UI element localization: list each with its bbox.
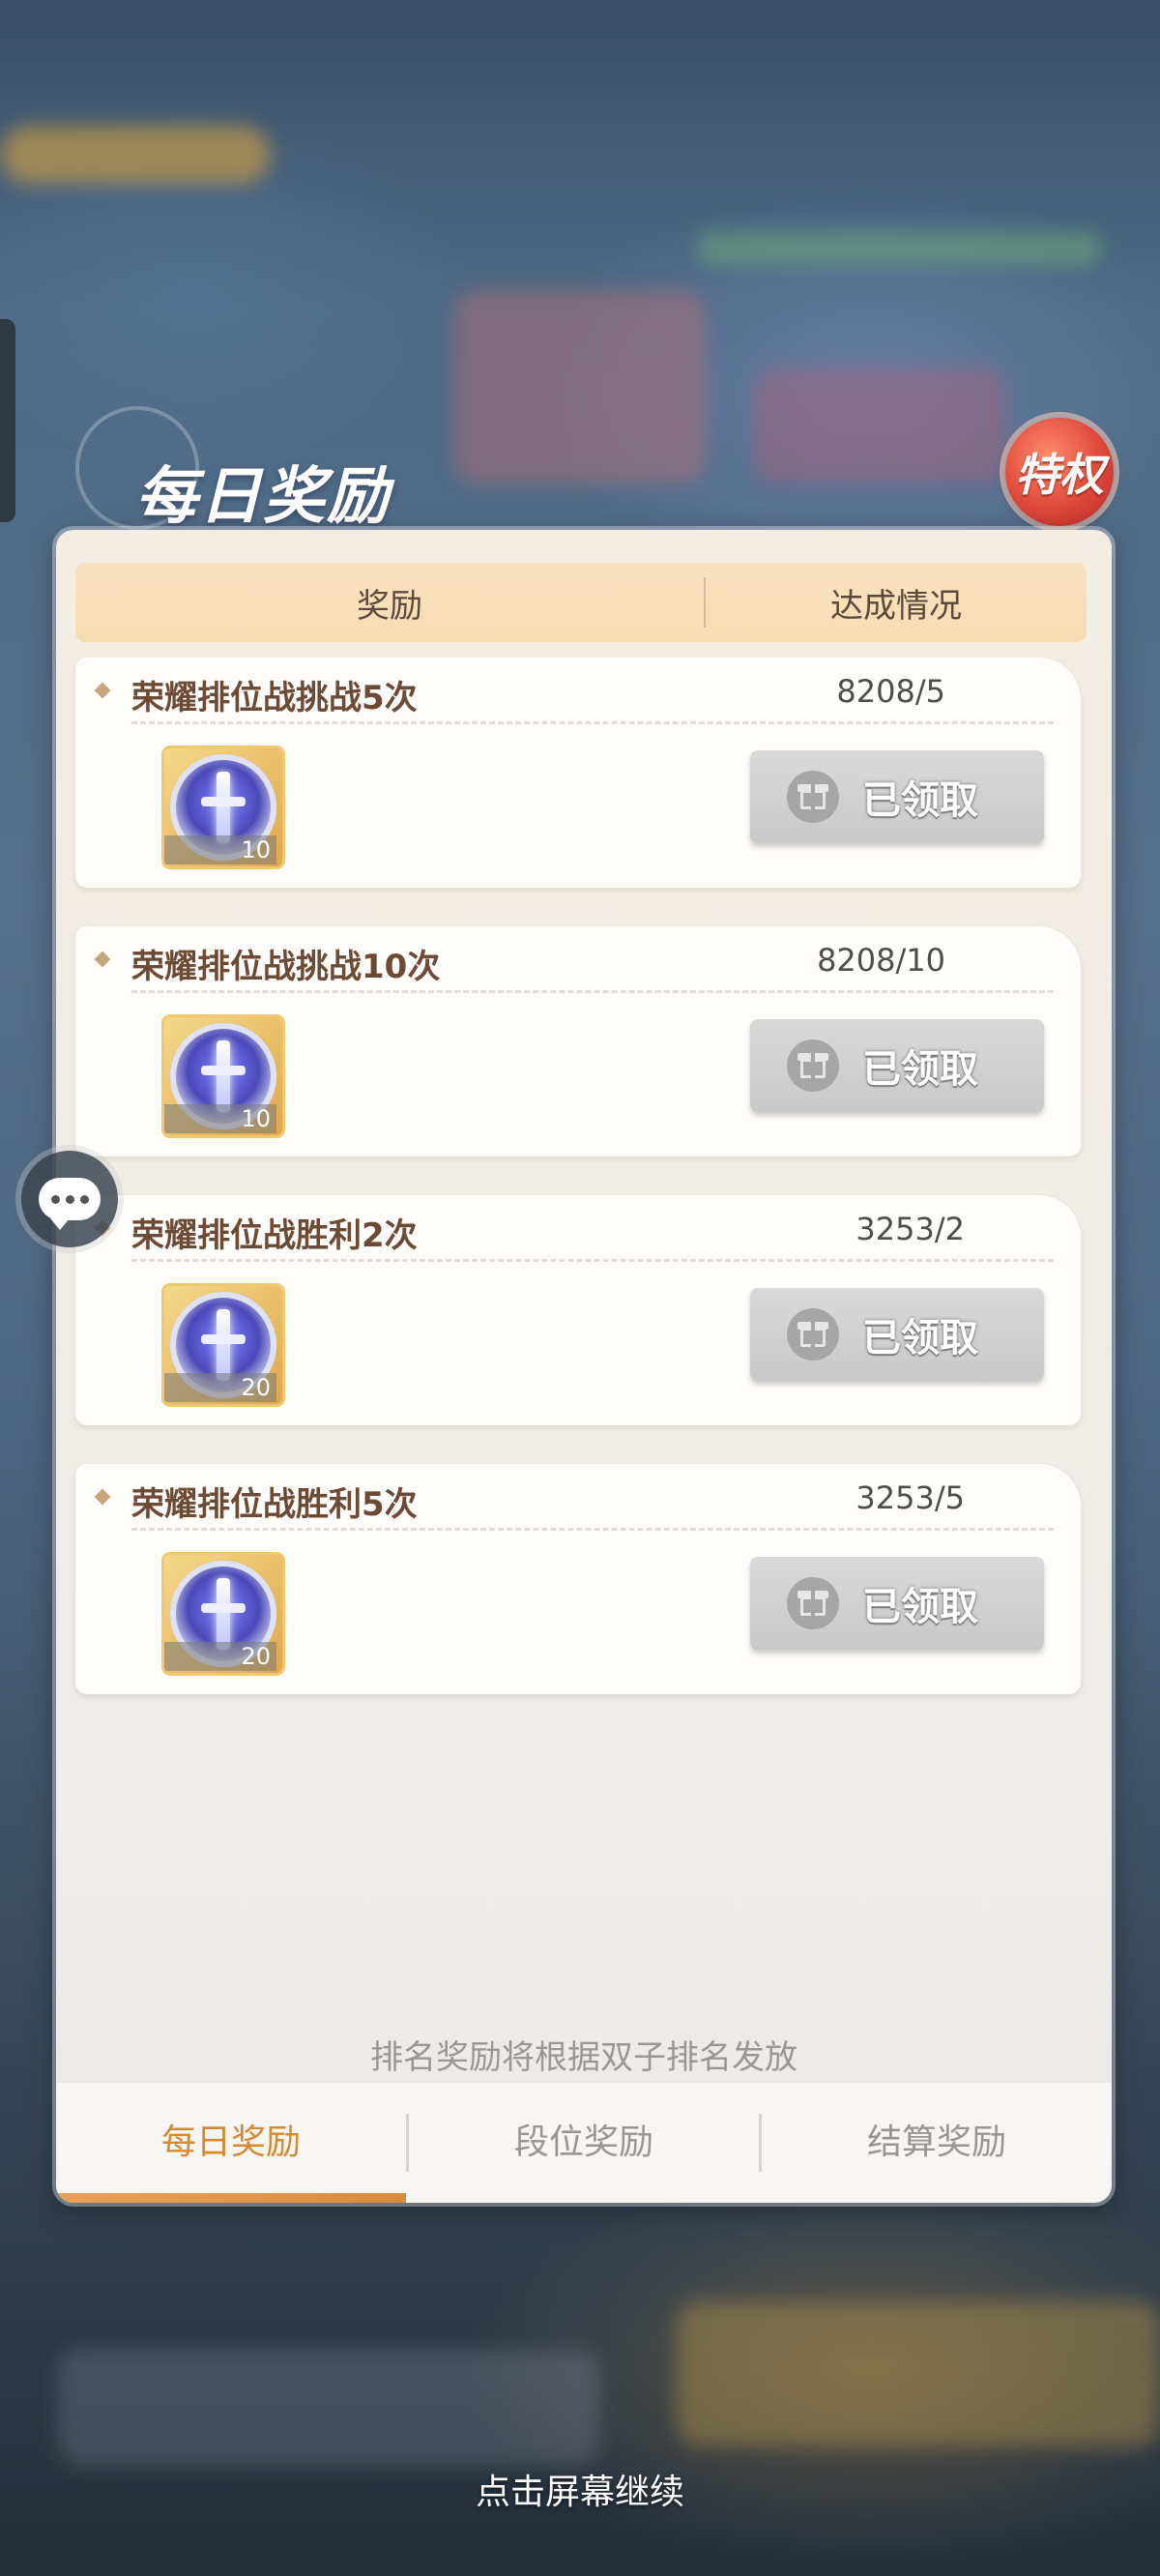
diamond-bullet-icon	[94, 682, 111, 699]
background-bottom-icons	[58, 2350, 599, 2466]
background-building	[754, 367, 1005, 483]
tab-daily-reward[interactable]: 每日奖励	[56, 2083, 406, 2203]
gift-icon	[787, 1577, 839, 1629]
chat-button[interactable]	[21, 1151, 118, 1247]
column-header-reward: 奖励	[357, 586, 422, 626]
side-drawer-handle[interactable]	[0, 319, 15, 522]
column-header-status: 达成情况	[830, 586, 962, 626]
reward-item[interactable]: 20	[164, 1555, 282, 1673]
task-progress: 8208/10	[817, 942, 945, 979]
reward-count: 20	[164, 1373, 276, 1402]
chat-bubble-icon	[39, 1178, 101, 1230]
claimed-label: 已领取	[862, 778, 978, 823]
tab-settlement-reward[interactable]: 结算奖励	[762, 2083, 1112, 2203]
dashed-divider	[131, 1259, 1054, 1262]
reward-item[interactable]: 10	[164, 1017, 282, 1135]
gift-icon	[787, 1039, 839, 1092]
task-name: 荣耀排位战挑战5次	[131, 679, 418, 717]
task-row: 荣耀排位战胜利5次 3253/5 20 已领取	[75, 1464, 1081, 1694]
gift-icon	[787, 771, 839, 823]
task-row: 荣耀排位战胜利2次 3253/2 20 已领取	[75, 1195, 1081, 1425]
reward-count: 10	[164, 835, 276, 864]
background-building	[454, 290, 706, 483]
panel-title: 每日奖励	[135, 460, 391, 533]
task-progress: 8208/5	[836, 673, 945, 710]
reward-item[interactable]: 20	[164, 1286, 282, 1404]
background-gold-bar	[0, 126, 271, 184]
task-row: 荣耀排位战挑战5次 8208/5 10 已领取	[75, 658, 1081, 888]
claimed-label: 已领取	[862, 1585, 978, 1629]
reward-tabs: 每日奖励 段位奖励 结算奖励	[56, 2083, 1112, 2203]
claimed-label: 已领取	[862, 1316, 978, 1361]
task-name: 荣耀排位战胜利2次	[131, 1216, 418, 1255]
task-name: 荣耀排位战胜利5次	[131, 1485, 418, 1524]
ranking-hint: 排名奖励将根据双子排名发放	[370, 2038, 798, 2077]
tap-to-continue[interactable]: 点击屏幕继续	[0, 2464, 1160, 2514]
dashed-divider	[131, 721, 1054, 724]
claimed-button[interactable]: 已领取	[750, 1557, 1044, 1650]
diamond-bullet-icon	[94, 1488, 111, 1506]
gift-icon	[787, 1308, 839, 1361]
task-row: 荣耀排位战挑战10次 8208/10 10 已领取	[75, 926, 1081, 1156]
daily-reward-panel: 奖励 达成情况 荣耀排位战挑战5次 8208/5 10 已领取 荣耀排位战挑战1…	[56, 530, 1112, 2203]
reward-item[interactable]: 10	[164, 748, 282, 866]
background-bottom-button	[677, 2301, 1160, 2446]
task-list: 荣耀排位战挑战5次 8208/5 10 已领取 荣耀排位战挑战10次 8208/…	[75, 658, 1081, 1733]
reward-count: 20	[164, 1642, 276, 1671]
privilege-badge[interactable]: 特权	[1005, 418, 1114, 526]
claimed-button[interactable]: 已领取	[750, 1019, 1044, 1112]
background-green-bar	[696, 232, 1102, 265]
claimed-button[interactable]: 已领取	[750, 1288, 1044, 1381]
dashed-divider	[131, 1528, 1054, 1531]
dashed-divider	[131, 990, 1054, 993]
claimed-button[interactable]: 已领取	[750, 750, 1044, 843]
task-progress: 3253/5	[856, 1479, 965, 1516]
task-progress: 3253/2	[856, 1211, 965, 1247]
tab-rank-reward[interactable]: 段位奖励	[409, 2083, 759, 2203]
claimed-label: 已领取	[862, 1047, 978, 1092]
task-name: 荣耀排位战挑战10次	[131, 948, 441, 986]
reward-count: 10	[164, 1104, 276, 1133]
table-header: 奖励 达成情况	[75, 563, 1087, 642]
diamond-bullet-icon	[94, 951, 111, 968]
